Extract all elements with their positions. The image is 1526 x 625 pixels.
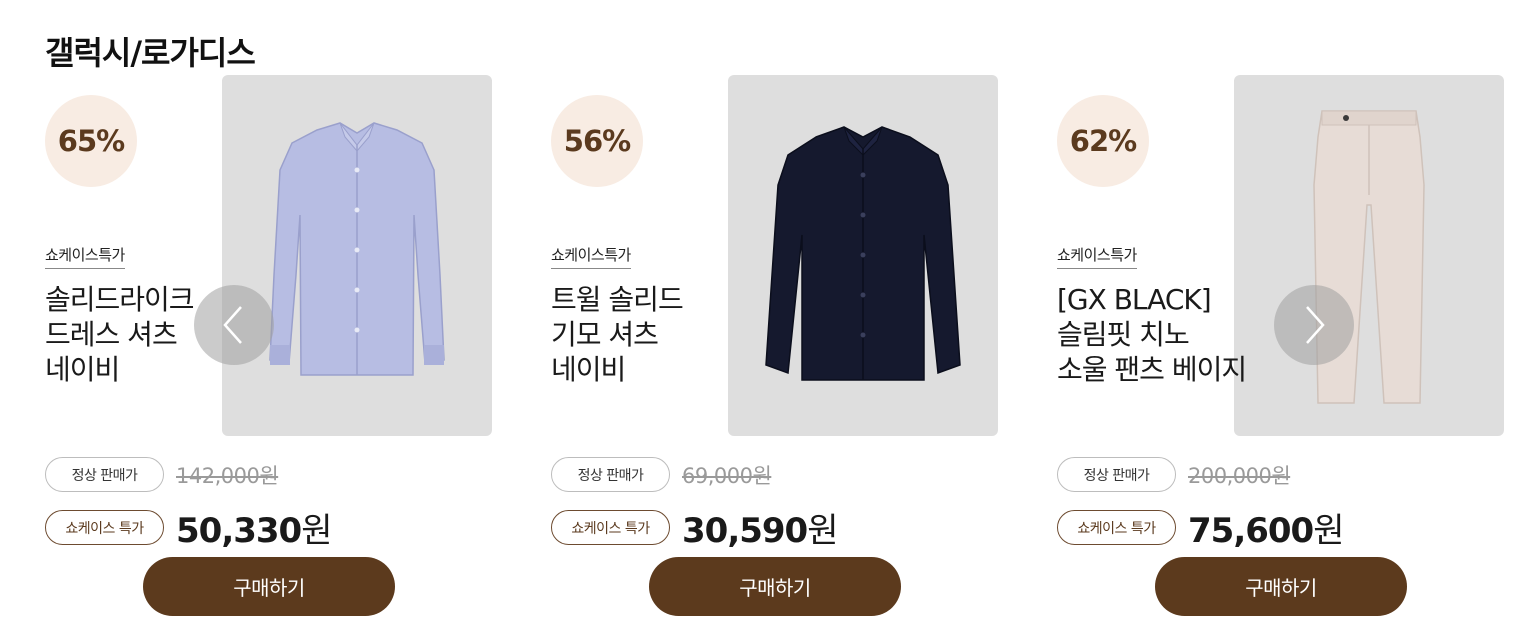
chevron-right-icon <box>1306 306 1325 344</box>
discount-badge: 62% <box>1057 95 1149 187</box>
sale-price-unit: 원 <box>1313 511 1344 551</box>
regular-price-label: 정상 판매가 <box>1057 457 1176 492</box>
special-price-row: 쇼케이스 특가 75,600원 <box>1057 503 1344 552</box>
special-price-label: 쇼케이스 특가 <box>1057 510 1176 545</box>
product-name-line: 소울 팬츠 베이지 <box>1057 353 1247 386</box>
regular-price-row: 정상 판매가 69,000원 <box>551 457 772 492</box>
special-price-label: 쇼케이스 특가 <box>551 510 670 545</box>
regular-price-label: 정상 판매가 <box>551 457 670 492</box>
product-name-line: 트윌 솔리드 <box>551 283 684 316</box>
product-name-line: 슬림핏 치노 <box>1057 318 1190 351</box>
product-card: 56% 쇼케이스특가 트윌 솔리드 기모 셔츠 네이비 정상 판매가 69,00… <box>551 75 1021 625</box>
pants-image <box>1313 110 1425 404</box>
product-name[interactable]: 트윌 솔리드 기모 셔츠 네이비 <box>551 282 761 387</box>
sale-price-unit: 원 <box>301 511 332 551</box>
special-price-row: 쇼케이스 특가 30,590원 <box>551 503 838 552</box>
regular-price-label: 정상 판매가 <box>45 457 164 492</box>
regular-price-row: 정상 판매가 142,000원 <box>45 457 279 492</box>
special-price-label: 쇼케이스 특가 <box>45 510 164 545</box>
regular-price-row: 정상 판매가 200,000원 <box>1057 457 1291 492</box>
product-image[interactable] <box>222 75 492 436</box>
carousel-next-button[interactable] <box>1274 285 1354 365</box>
showcase-tag: 쇼케이스특가 <box>551 244 631 269</box>
chevron-left-icon <box>223 306 242 344</box>
buy-button[interactable]: 구매하기 <box>143 557 395 616</box>
showcase-tag: 쇼케이스특가 <box>1057 244 1137 269</box>
section-title: 갤럭시/로가디스 <box>45 34 256 72</box>
shirt-image <box>269 122 445 376</box>
product-image[interactable] <box>728 75 998 436</box>
regular-price: 142,000원 <box>176 463 279 488</box>
sale-price: 75,600원 <box>1188 503 1344 552</box>
discount-badge: 56% <box>551 95 643 187</box>
product-name-line: [GX BLACK] <box>1057 283 1212 316</box>
special-price-row: 쇼케이스 특가 50,330원 <box>45 503 332 552</box>
carousel-prev-button[interactable] <box>194 285 274 365</box>
buy-button[interactable]: 구매하기 <box>649 557 901 616</box>
product-card: 65% 쇼케이스특가 솔리드라이크 드레스 셔츠 네이비 정상 판매가 142,… <box>45 75 515 625</box>
discount-badge: 65% <box>45 95 137 187</box>
regular-price: 69,000원 <box>682 463 772 488</box>
sale-price-unit: 원 <box>807 511 838 551</box>
sale-price: 30,590원 <box>682 503 838 552</box>
product-image[interactable] <box>1234 75 1504 436</box>
product-name[interactable]: [GX BLACK] 슬림핏 치노 소울 팬츠 베이지 <box>1057 282 1267 387</box>
sale-price-number: 50,330 <box>176 511 302 551</box>
sale-price: 50,330원 <box>176 503 332 552</box>
sale-price-number: 30,590 <box>682 511 808 551</box>
buy-button[interactable]: 구매하기 <box>1155 557 1407 616</box>
regular-price: 200,000원 <box>1188 463 1291 488</box>
product-name-line: 네이비 <box>551 353 626 386</box>
showcase-tag: 쇼케이스특가 <box>45 244 125 269</box>
sale-price-number: 75,600 <box>1188 511 1314 551</box>
shirt-image <box>765 126 961 381</box>
product-name-line: 기모 셔츠 <box>551 318 659 351</box>
